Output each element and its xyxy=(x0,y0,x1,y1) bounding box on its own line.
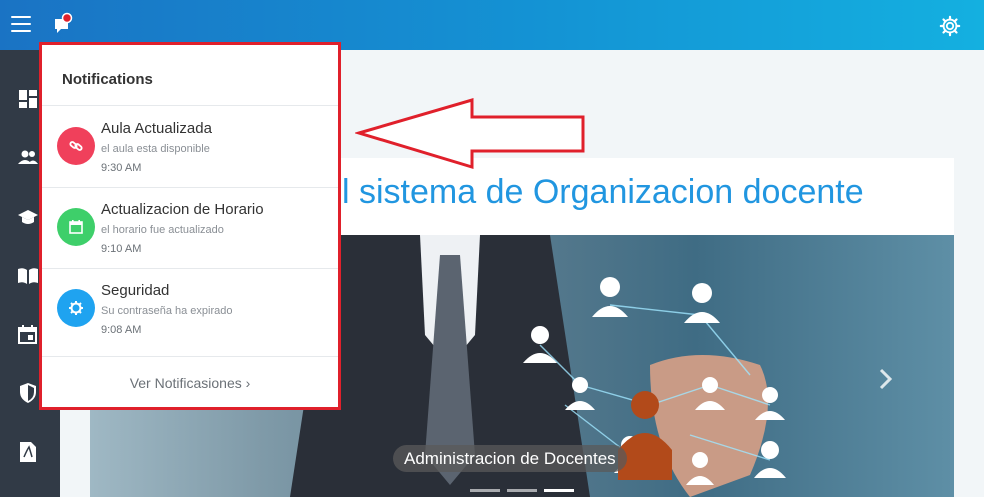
settings-gear-icon[interactable] xyxy=(939,15,961,37)
notification-time: 9:10 AM xyxy=(101,243,142,255)
pdf-icon[interactable] xyxy=(17,441,39,463)
notification-item[interactable]: Aula Actualizada el aula esta disponible… xyxy=(42,107,338,187)
banner-title: l sistema de Organizacion docente xyxy=(342,173,864,211)
notification-item[interactable]: Seguridad Su contraseña ha expirado 9:08… xyxy=(42,269,338,349)
notification-text: el aula esta disponible xyxy=(101,143,210,155)
notification-text: Su contraseña ha expirado xyxy=(101,305,233,317)
notification-time: 9:30 AM xyxy=(101,162,142,174)
notifications-title: Notifications xyxy=(62,71,153,88)
calendar-icon xyxy=(57,208,95,246)
carousel-next-icon[interactable] xyxy=(876,366,896,392)
graduation-cap-icon[interactable] xyxy=(17,206,39,228)
notification-time: 9:08 AM xyxy=(101,324,142,336)
slide-caption: Administracion de Docentes xyxy=(393,445,627,472)
notification-title: Actualizacion de Horario xyxy=(101,201,264,218)
book-icon[interactable] xyxy=(17,265,39,287)
shield-icon[interactable] xyxy=(17,382,39,404)
carousel-dot-1[interactable] xyxy=(470,489,500,492)
notification-title: Aula Actualizada xyxy=(101,120,212,137)
view-all-notifications-link[interactable]: Ver Notificasiones › xyxy=(42,375,338,391)
notification-text: el horario fue actualizado xyxy=(101,224,224,236)
divider xyxy=(42,105,338,106)
notification-title: Seguridad xyxy=(101,282,170,299)
dashboard-icon[interactable] xyxy=(17,88,39,110)
notification-bell-icon[interactable] xyxy=(52,12,76,36)
notification-item[interactable]: Actualizacion de Horario el horario fue … xyxy=(42,188,338,268)
carousel-dot-3[interactable] xyxy=(544,489,574,492)
notifications-dropdown: Notifications Aula Actualizada el aula e… xyxy=(39,42,341,410)
calendar-icon[interactable] xyxy=(17,323,39,345)
gear-icon xyxy=(57,289,95,327)
menu-icon[interactable] xyxy=(11,16,31,34)
link-icon xyxy=(57,127,95,165)
divider xyxy=(42,356,338,357)
annotation-arrow xyxy=(355,98,585,170)
users-icon[interactable] xyxy=(17,146,39,168)
carousel-dot-2[interactable] xyxy=(507,489,537,492)
